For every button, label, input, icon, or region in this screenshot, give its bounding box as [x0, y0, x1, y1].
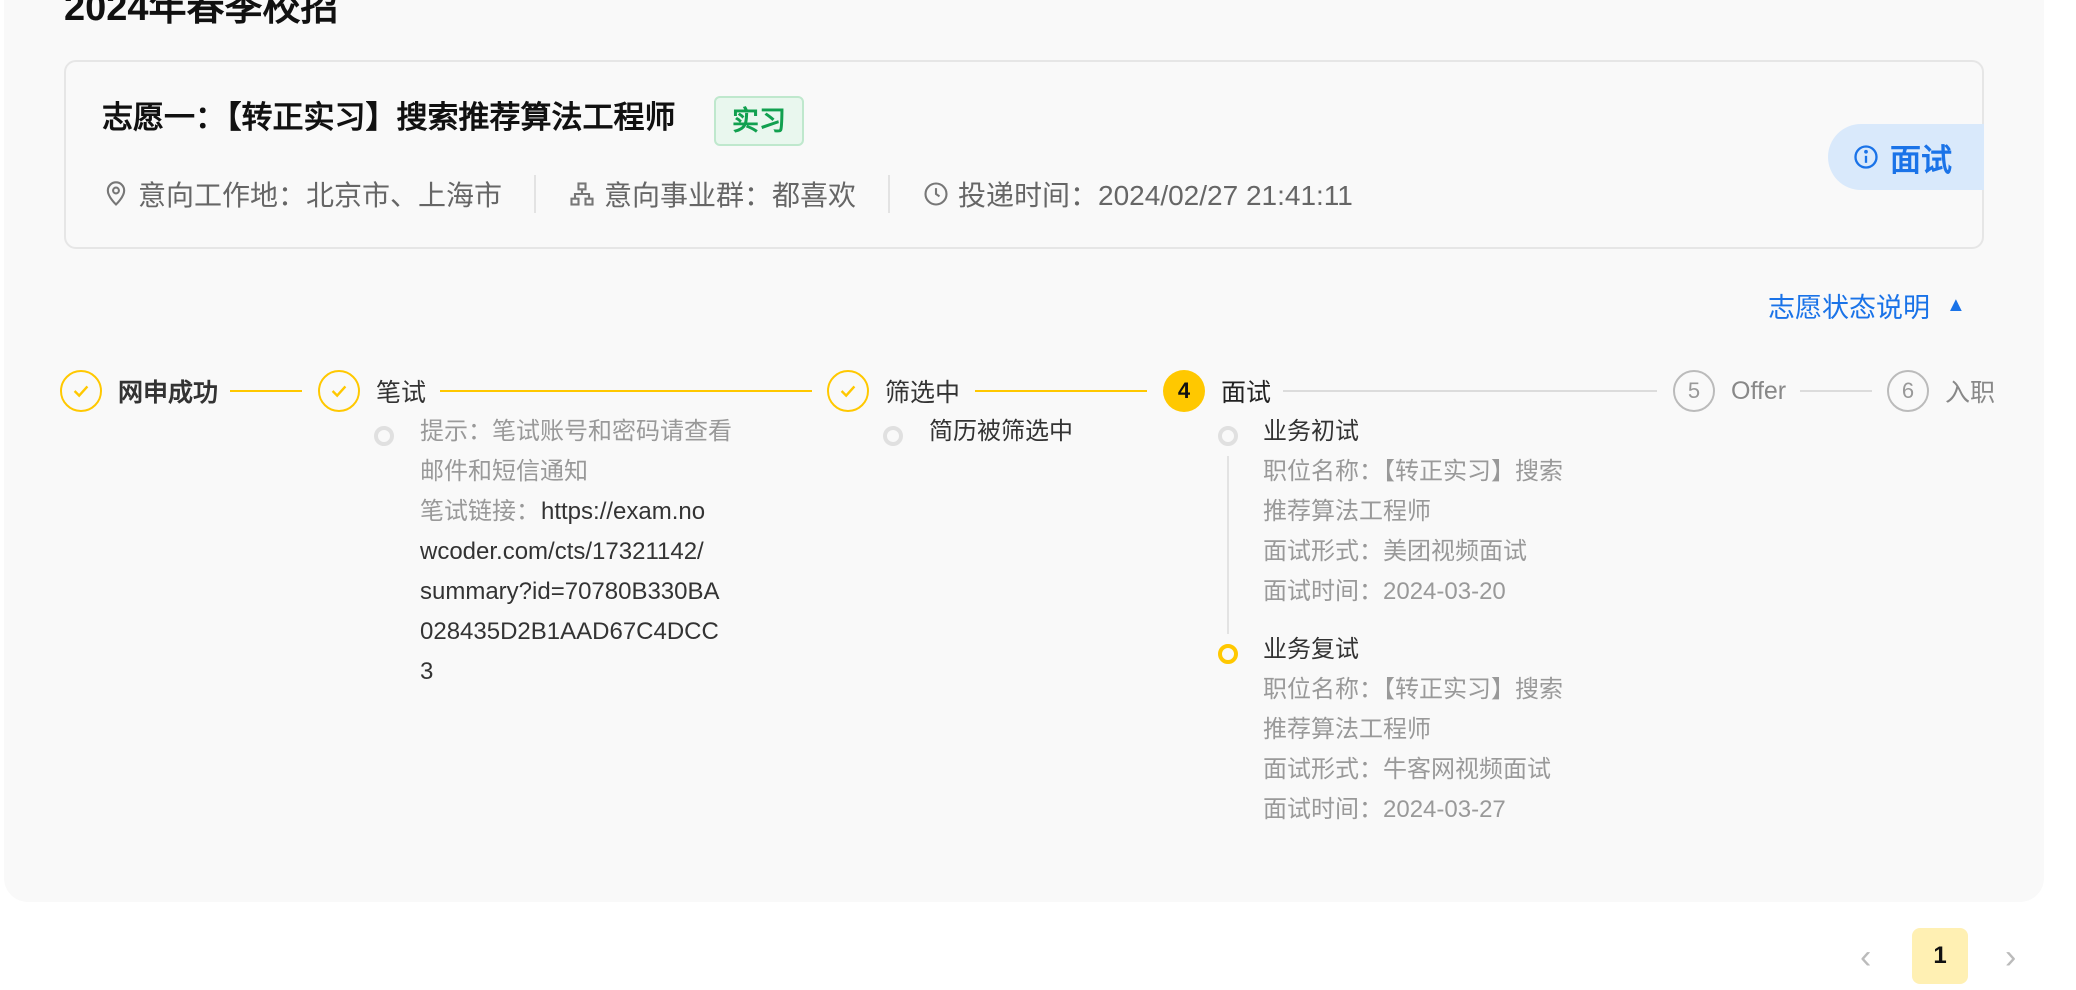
clock-icon [924, 182, 948, 206]
intern-tag: 实习 [714, 96, 804, 146]
step-number-badge: 6 [1887, 370, 1929, 412]
written-test-link[interactable]: https://exam.no [541, 492, 705, 532]
written-test-link[interactable]: 3 [420, 652, 433, 692]
substep-dot [883, 426, 903, 446]
interview-round-name: 业务复试 [1263, 636, 1359, 663]
check-icon [60, 370, 102, 412]
application-card: 志愿一：【转正实习】搜索推荐算法工程师 实习 意向工作地：北京市、上海市 意向事… [64, 60, 1984, 249]
location-meta: 意向工作地：北京市、上海市 [102, 174, 502, 214]
substep-dot [1218, 426, 1238, 446]
application-title: 志愿一：【转正实习】搜索推荐算法工程师 [102, 100, 676, 135]
step-onboarding: 6 入职 [1887, 370, 1995, 412]
step-label: 面试 [1221, 379, 1272, 407]
step-written-test: 笔试 [318, 370, 426, 412]
business-group-text: 意向事业群：都喜欢 [604, 180, 857, 211]
interview-position: 职位名称：【转正实习】搜索 [1263, 458, 1563, 485]
written-test-hint: 提示：笔试账号和密码请查看 [420, 418, 732, 445]
interview-position: 职位名称：【转正实习】搜索 [1263, 676, 1563, 703]
step-label: 笔试 [376, 379, 427, 407]
step-connector [975, 390, 1147, 392]
written-test-link[interactable]: wcoder.com/cts/17321142/ [420, 532, 704, 572]
interview-form: 面试形式：牛客网视频面试 [1263, 756, 1551, 783]
status-help-toggle[interactable]: 志愿状态说明 ▲ [1768, 286, 1966, 325]
step-connector [440, 390, 812, 392]
step-label: 筛选中 [885, 379, 961, 407]
status-help-label: 志愿状态说明 [1768, 293, 1930, 323]
written-test-link-label: 笔试链接： [420, 498, 540, 525]
written-test-link[interactable]: 028435D2B1AAD67C4DCC [420, 612, 719, 652]
step-label: Offer [1731, 376, 1787, 405]
location-text: 意向工作地：北京市、上海市 [138, 180, 503, 211]
interview-form: 面试形式：美团视频面试 [1263, 538, 1527, 565]
step-label: 入职 [1945, 379, 1996, 407]
org-chart-icon [570, 182, 594, 206]
screening-item: 简历被筛选中 [929, 418, 1073, 445]
step-connector [1800, 390, 1872, 392]
interview-time: 面试时间：2024-03-27 [1263, 796, 1506, 823]
substep-dot-current [1218, 644, 1238, 664]
caret-up-icon: ▲ [1946, 294, 1966, 316]
interview-position: 推荐算法工程师 [1263, 498, 1431, 525]
status-pill[interactable]: 面试 [1828, 124, 1984, 190]
interview-position: 推荐算法工程师 [1263, 716, 1431, 743]
submit-time-text: 投递时间：2024/02/27 21:41:11 [958, 180, 1353, 211]
step-number-badge: 4 [1163, 370, 1205, 412]
next-page-icon[interactable]: › [2005, 940, 2016, 974]
status-pill-label: 面试 [1890, 142, 1952, 178]
meta-divider [534, 175, 537, 213]
step-connector [1283, 390, 1657, 392]
step-apply: 网申成功 [60, 370, 218, 412]
location-pin-icon [106, 181, 126, 206]
interview-round-name: 业务初试 [1263, 418, 1359, 445]
interview-timeline-line [1227, 456, 1229, 634]
step-offer: 5 Offer [1673, 370, 1786, 412]
page-number-current[interactable]: 1 [1912, 928, 1968, 984]
step-screening: 筛选中 [827, 370, 960, 412]
check-icon [318, 370, 360, 412]
written-test-hint: 邮件和短信通知 [420, 458, 588, 485]
info-icon [1854, 145, 1878, 169]
submit-time-meta: 投递时间：2024/02/27 21:41:11 [922, 174, 1353, 214]
substep-dot [374, 426, 394, 446]
check-icon [827, 370, 869, 412]
step-interview: 4 面试 [1163, 370, 1271, 412]
step-connector [230, 390, 302, 392]
prev-page-icon[interactable]: ‹ [1860, 940, 1871, 974]
application-meta: 意向工作地：北京市、上海市 意向事业群：都喜欢 投递时间：2024/02/27 … [102, 174, 1353, 214]
step-label: 网申成功 [118, 379, 219, 407]
interview-time: 面试时间：2024-03-20 [1263, 578, 1506, 605]
business-group-meta: 意向事业群：都喜欢 [568, 174, 856, 214]
meta-divider [888, 175, 891, 213]
written-test-link[interactable]: summary?id=70780B330BA [420, 572, 720, 612]
page-title: 2024年春季校招 [64, 0, 339, 29]
step-number-badge: 5 [1673, 370, 1715, 412]
